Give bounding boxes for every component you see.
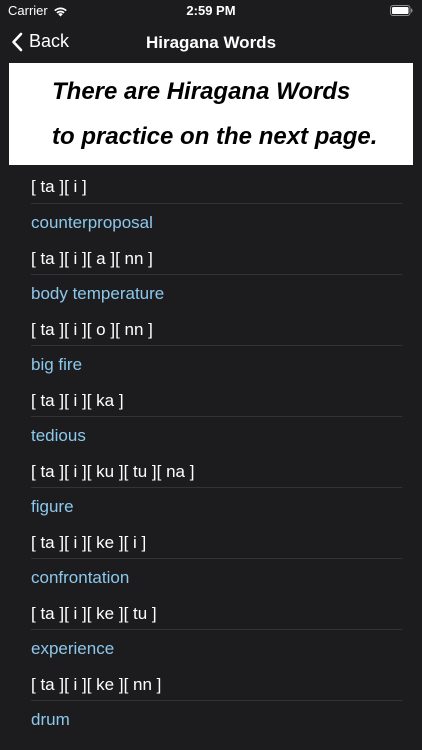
list-item[interactable]: big fire [ ta ][ i ][ ka ] xyxy=(31,346,402,417)
word-meaning: experience xyxy=(31,639,115,658)
word-kana: [ ta ][ i ][ o ][ nn ] xyxy=(31,320,153,339)
word-meaning: confrontation xyxy=(31,568,130,587)
list-item[interactable]: figure [ ta ][ i ][ ke ][ i ] xyxy=(31,488,402,559)
word-kana: [ ta ][ i ][ ka ] xyxy=(31,391,124,410)
word-kana: [ ta ][ i ][ a ][ nn ] xyxy=(31,249,153,268)
word-kana: [ ta ][ i ][ ke ][ nn ] xyxy=(31,675,162,694)
word-kana: [ ta ][ i ] xyxy=(31,177,87,196)
word-kana: [ ta ][ i ][ ku ][ tu ][ na ] xyxy=(31,462,195,481)
navigation-bar: Back Hiragana Words xyxy=(0,22,422,64)
word-meaning: figure xyxy=(31,497,74,516)
word-kana: [ ta ][ i ][ ke ][ i ] xyxy=(31,533,147,552)
banner-line-1: There are Hiragana Words xyxy=(52,78,351,105)
list-item[interactable]: experience [ ta ][ i ][ ke ][ nn ] xyxy=(31,630,402,701)
word-meaning: big fire xyxy=(31,355,83,374)
word-meaning: body temperature xyxy=(31,284,165,303)
list-item[interactable]: tedious [ ta ][ i ][ ku ][ tu ][ na ] xyxy=(31,417,402,488)
info-banner: There are Hiragana Words to practice on … xyxy=(9,63,413,165)
word-meaning: drum xyxy=(31,710,70,729)
status-bar: Carrier 2:59 PM xyxy=(0,0,422,22)
word-meaning: counterproposal xyxy=(31,213,153,232)
battery-icon xyxy=(390,5,413,16)
page-title: Hiragana Words xyxy=(145,33,277,52)
word-meaning: tedious xyxy=(31,426,86,445)
word-kana: [ ta ][ i ][ ke ][ tu ] xyxy=(31,604,157,623)
list-item[interactable]: confrontation [ ta ][ i ][ ke ][ tu ] xyxy=(31,559,402,630)
word-list: [ ta ][ i ] counterproposal [ ta ][ i ][… xyxy=(0,165,422,750)
banner-line-2: to practice on the next page. xyxy=(52,123,378,150)
status-time: 2:59 PM xyxy=(186,3,236,18)
screen: Carrier 2:59 PM Back Hiragana Words Ther… xyxy=(0,0,422,750)
list-item[interactable]: counterproposal [ ta ][ i ][ a ][ nn ] xyxy=(31,204,402,275)
list-item[interactable]: body temperature [ ta ][ i ][ o ][ nn ] xyxy=(31,275,402,346)
list-item[interactable]: [ ta ][ i ] xyxy=(31,165,402,204)
list-item[interactable]: drum xyxy=(31,701,402,750)
